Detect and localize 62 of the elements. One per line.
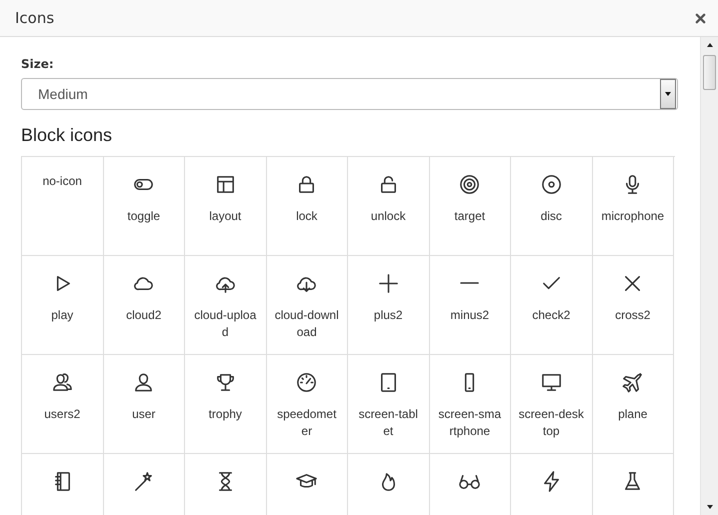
icon-tile[interactable]: lock — [266, 157, 348, 256]
icon-tile[interactable]: cloud2 — [104, 256, 185, 355]
users-icon — [50, 371, 74, 394]
icon-label: check2 — [531, 307, 572, 324]
icon-tile[interactable]: users2 — [22, 355, 104, 454]
icon-tile[interactable]: cloud-download — [266, 256, 348, 355]
icon-label: plane — [617, 406, 648, 423]
icon-tile[interactable]: user — [104, 355, 185, 454]
icon-label: lock — [295, 208, 318, 225]
icon-tile[interactable]: layout — [185, 157, 266, 256]
scrollbar-track[interactable] — [700, 37, 718, 515]
icon-label: speedometer — [276, 406, 338, 440]
icon-label: unlock — [370, 208, 407, 225]
size-label: Size: — [21, 57, 55, 71]
icon-label: minus2 — [449, 307, 490, 324]
icon-label: trophy — [208, 406, 243, 423]
icon-tile[interactable]: screen-desktop — [511, 355, 592, 454]
window-title: Icons — [15, 9, 54, 27]
icon-label: users2 — [43, 406, 82, 423]
icon-tile[interactable]: play — [22, 256, 104, 355]
icon-tile[interactable]: plus2 — [348, 256, 430, 355]
icon-label: screen-smartphone — [437, 406, 502, 440]
icon-label: toggle — [126, 208, 162, 225]
icon-tile[interactable]: check2 — [511, 256, 592, 355]
plane-icon — [621, 371, 644, 394]
icon-label: play — [50, 307, 74, 324]
plus-icon — [376, 272, 400, 295]
size-select[interactable]: Medium — [21, 78, 678, 110]
speedometer-icon — [295, 371, 318, 394]
icon-label: target — [453, 208, 486, 225]
icon-label: screen-desktop — [518, 406, 584, 440]
section-title: Block icons — [21, 125, 114, 146]
icon-label: screen-tablet — [358, 406, 419, 440]
icon-label: cloud2 — [125, 307, 162, 324]
icon-tile[interactable]: disc — [511, 157, 592, 256]
icon-label: cloud-download — [274, 307, 340, 341]
icon-tile[interactable]: cloud-upload — [185, 256, 266, 355]
icon-tile[interactable]: unlock — [348, 157, 430, 256]
target-icon — [458, 173, 482, 196]
icon-tile[interactable]: screen-tablet — [348, 355, 430, 454]
icon-label: no-icon — [42, 173, 83, 190]
icon-tile[interactable]: speedometer — [266, 355, 348, 454]
monitor-icon — [540, 371, 563, 394]
minus-icon — [460, 282, 480, 284]
close-icon[interactable] — [695, 12, 706, 24]
scrollbar-thumb[interactable] — [703, 55, 716, 90]
icon-tile[interactable]: toggle — [104, 157, 185, 256]
icon-label: user — [131, 406, 156, 423]
icon-tile[interactable]: microphone — [592, 157, 674, 256]
icon-tile[interactable]: no-icon — [22, 157, 104, 256]
icon-label: microphone — [600, 208, 666, 225]
icon-tile[interactable]: trophy — [185, 355, 266, 454]
icon-tile[interactable]: plane — [592, 355, 674, 454]
icon-label: cross2 — [614, 307, 652, 324]
icon-label: layout — [208, 208, 242, 225]
icon-tile[interactable]: cross2 — [592, 256, 674, 355]
icon-tile[interactable]: target — [430, 157, 511, 256]
icon-label: disc — [540, 208, 563, 225]
icon-tile[interactable]: minus2 — [430, 256, 511, 355]
icon-label: plus2 — [372, 307, 404, 324]
icon-tile[interactable]: screen-smartphone — [430, 355, 511, 454]
icon-label: cloud-upload — [193, 307, 258, 341]
